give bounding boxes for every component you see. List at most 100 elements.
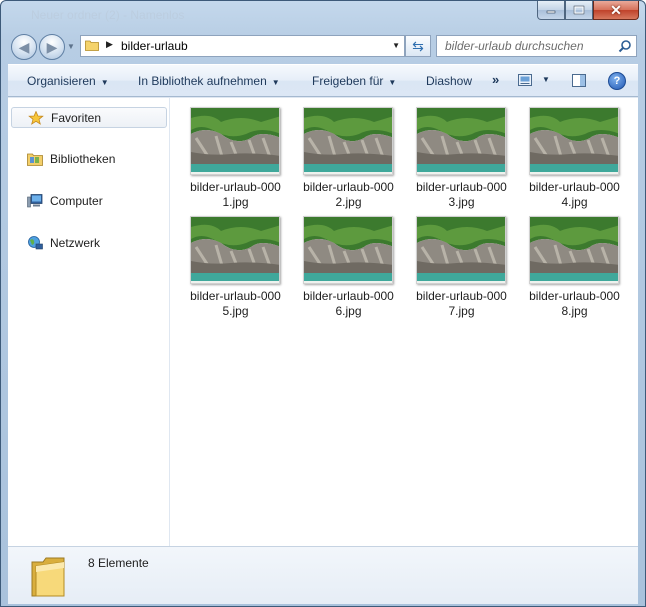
- maximize-button[interactable]: [565, 1, 593, 20]
- file-name[interactable]: bilder-urlaub-000 5.jpg: [172, 289, 299, 319]
- explorer-window: Neuer ordner (2) - Namenlos ✕ ◀ ▶ ▼ ▶ bi…: [0, 0, 646, 607]
- back-button[interactable]: ◀: [11, 34, 37, 60]
- command-bar: Organisieren ▼ In Bibliothek aufnehmen ▼ F…: [8, 64, 638, 97]
- address-dropdown[interactable]: ▼: [392, 41, 400, 50]
- file-item[interactable]: bilder-urlaub-000 8.jpg: [511, 207, 621, 318]
- file-name-ext: 8.jpg: [561, 304, 588, 318]
- photo-thumbnail: [530, 217, 618, 283]
- photo-thumbnail: [191, 217, 279, 283]
- help-icon: ?: [613, 75, 621, 87]
- file-item[interactable]: bilder-urlaub-000 6.jpg: [285, 207, 395, 318]
- file-item[interactable]: bilder-urlaub-000 1.jpg: [172, 98, 282, 209]
- content-area: Favoriten Bibliotheken Computer Netzwerk…: [8, 97, 638, 546]
- slideshow-label: Diashow: [426, 74, 473, 88]
- search-input[interactable]: bilder-urlaub durchsuchen: [436, 35, 637, 57]
- preview-pane-icon[interactable]: [572, 74, 586, 87]
- item-count: 8 Elemente: [88, 556, 149, 570]
- sidebar-item-computer[interactable]: Computer: [11, 191, 167, 211]
- change-view-icon[interactable]: [518, 74, 532, 86]
- arrow-left-icon: ◀: [18, 38, 30, 55]
- help-button[interactable]: ?: [608, 72, 626, 90]
- more-commands-button[interactable]: »: [492, 72, 499, 87]
- libraries-icon: [27, 153, 43, 166]
- minimize-button[interactable]: [537, 1, 565, 20]
- folder-icon: [31, 557, 65, 597]
- file-name[interactable]: bilder-urlaub-000 8.jpg: [511, 289, 638, 319]
- close-button[interactable]: ✕: [593, 1, 639, 20]
- close-icon: ✕: [610, 1, 622, 18]
- file-name[interactable]: bilder-urlaub-000 4.jpg: [511, 180, 638, 210]
- sidebar-item-label: Computer: [50, 194, 103, 208]
- file-name-line: bilder-urlaub-000: [529, 289, 620, 303]
- file-item[interactable]: bilder-urlaub-000 5.jpg: [172, 207, 282, 318]
- share-label: Freigeben für: [312, 74, 384, 88]
- thumbnail-image: [303, 216, 393, 284]
- photo-thumbnail: [304, 217, 392, 283]
- file-item[interactable]: bilder-urlaub-000 3.jpg: [398, 98, 508, 209]
- photo-thumbnail: [191, 108, 279, 174]
- address-bar[interactable]: ▶ bilder-urlaub ▼: [80, 35, 405, 57]
- recent-pages-dropdown[interactable]: ▼: [67, 42, 75, 51]
- chevron-down-icon: ▼: [100, 78, 109, 87]
- details-pane: 8 Elemente: [8, 546, 638, 604]
- file-name-line: bilder-urlaub-000: [190, 180, 281, 194]
- breadcrumb[interactable]: bilder-urlaub: [121, 39, 188, 53]
- maximize-icon: [573, 5, 585, 15]
- organize-menu[interactable]: Organisieren ▼: [27, 74, 109, 88]
- arrow-right-icon: ▶: [46, 38, 58, 55]
- search-placeholder: bilder-urlaub durchsuchen: [445, 39, 584, 53]
- file-name[interactable]: bilder-urlaub-000 1.jpg: [172, 180, 299, 210]
- minimize-icon: [546, 10, 556, 14]
- file-name[interactable]: bilder-urlaub-000 2.jpg: [285, 180, 412, 210]
- file-name-ext: 5.jpg: [222, 304, 249, 318]
- forward-button[interactable]: ▶: [39, 34, 65, 60]
- navigation-pane[interactable]: Favoriten Bibliotheken Computer Netzwerk: [8, 98, 170, 546]
- refresh-icon: ⇆: [412, 37, 424, 54]
- sidebar-item-label: Bibliotheken: [50, 152, 116, 166]
- navigation-row: ◀ ▶ ▼ ▶ bilder-urlaub ▼ ⇆ bilder-urlaub …: [1, 31, 645, 63]
- chevron-down-icon: ▼: [271, 78, 280, 87]
- refresh-button[interactable]: ⇆: [405, 35, 431, 57]
- file-name[interactable]: bilder-urlaub-000 6.jpg: [285, 289, 412, 319]
- file-item[interactable]: bilder-urlaub-000 2.jpg: [285, 98, 395, 209]
- file-name-line: bilder-urlaub-000: [303, 180, 394, 194]
- slideshow-button[interactable]: Diashow: [426, 74, 472, 88]
- title-bar[interactable]: Neuer ordner (2) - Namenlos ✕: [1, 1, 645, 29]
- window-title: Neuer ordner (2) - Namenlos: [31, 8, 185, 22]
- file-item[interactable]: bilder-urlaub-000 4.jpg: [511, 98, 621, 209]
- add-library-label: In Bibliothek aufnehmen: [138, 74, 267, 88]
- add-to-library-menu[interactable]: In Bibliothek aufnehmen ▼: [138, 74, 280, 88]
- thumbnail-image: [190, 107, 280, 175]
- photo-thumbnail: [304, 108, 392, 174]
- share-menu[interactable]: Freigeben für ▼: [312, 74, 396, 88]
- file-name-ext: 7.jpg: [448, 304, 475, 318]
- star-icon: [28, 111, 44, 125]
- sidebar-item-libraries[interactable]: Bibliotheken: [11, 149, 167, 169]
- thumbnail-image: [416, 216, 506, 284]
- photo-thumbnail: [417, 217, 505, 283]
- photo-thumbnail: [530, 108, 618, 174]
- file-name-line: bilder-urlaub-000: [529, 180, 620, 194]
- thumbnail-image: [190, 216, 280, 284]
- file-name[interactable]: bilder-urlaub-000 7.jpg: [398, 289, 525, 319]
- folder-icon: [85, 40, 99, 51]
- photo-thumbnail: [417, 108, 505, 174]
- sidebar-item-network[interactable]: Netzwerk: [11, 233, 167, 253]
- network-icon: [28, 236, 43, 250]
- search-icon[interactable]: [618, 39, 632, 53]
- sidebar-item-favorites[interactable]: Favoriten: [11, 107, 167, 128]
- file-name-line: bilder-urlaub-000: [416, 180, 507, 194]
- file-name[interactable]: bilder-urlaub-000 3.jpg: [398, 180, 525, 210]
- file-item[interactable]: bilder-urlaub-000 7.jpg: [398, 207, 508, 318]
- view-options-dropdown[interactable]: ▼: [542, 75, 550, 84]
- breadcrumb-chevron-icon[interactable]: ▶: [106, 39, 113, 50]
- file-name-line: bilder-urlaub-000: [303, 289, 394, 303]
- file-list[interactable]: bilder-urlaub-000 1.jpg bilder-urlaub-00…: [170, 98, 638, 546]
- file-name-line: bilder-urlaub-000: [190, 289, 281, 303]
- caption-buttons: ✕: [537, 1, 639, 21]
- thumbnail-image: [303, 107, 393, 175]
- file-name-line: bilder-urlaub-000: [416, 289, 507, 303]
- chevron-down-icon: ▼: [388, 78, 397, 87]
- thumbnail-image: [416, 107, 506, 175]
- thumbnail-image: [529, 216, 619, 284]
